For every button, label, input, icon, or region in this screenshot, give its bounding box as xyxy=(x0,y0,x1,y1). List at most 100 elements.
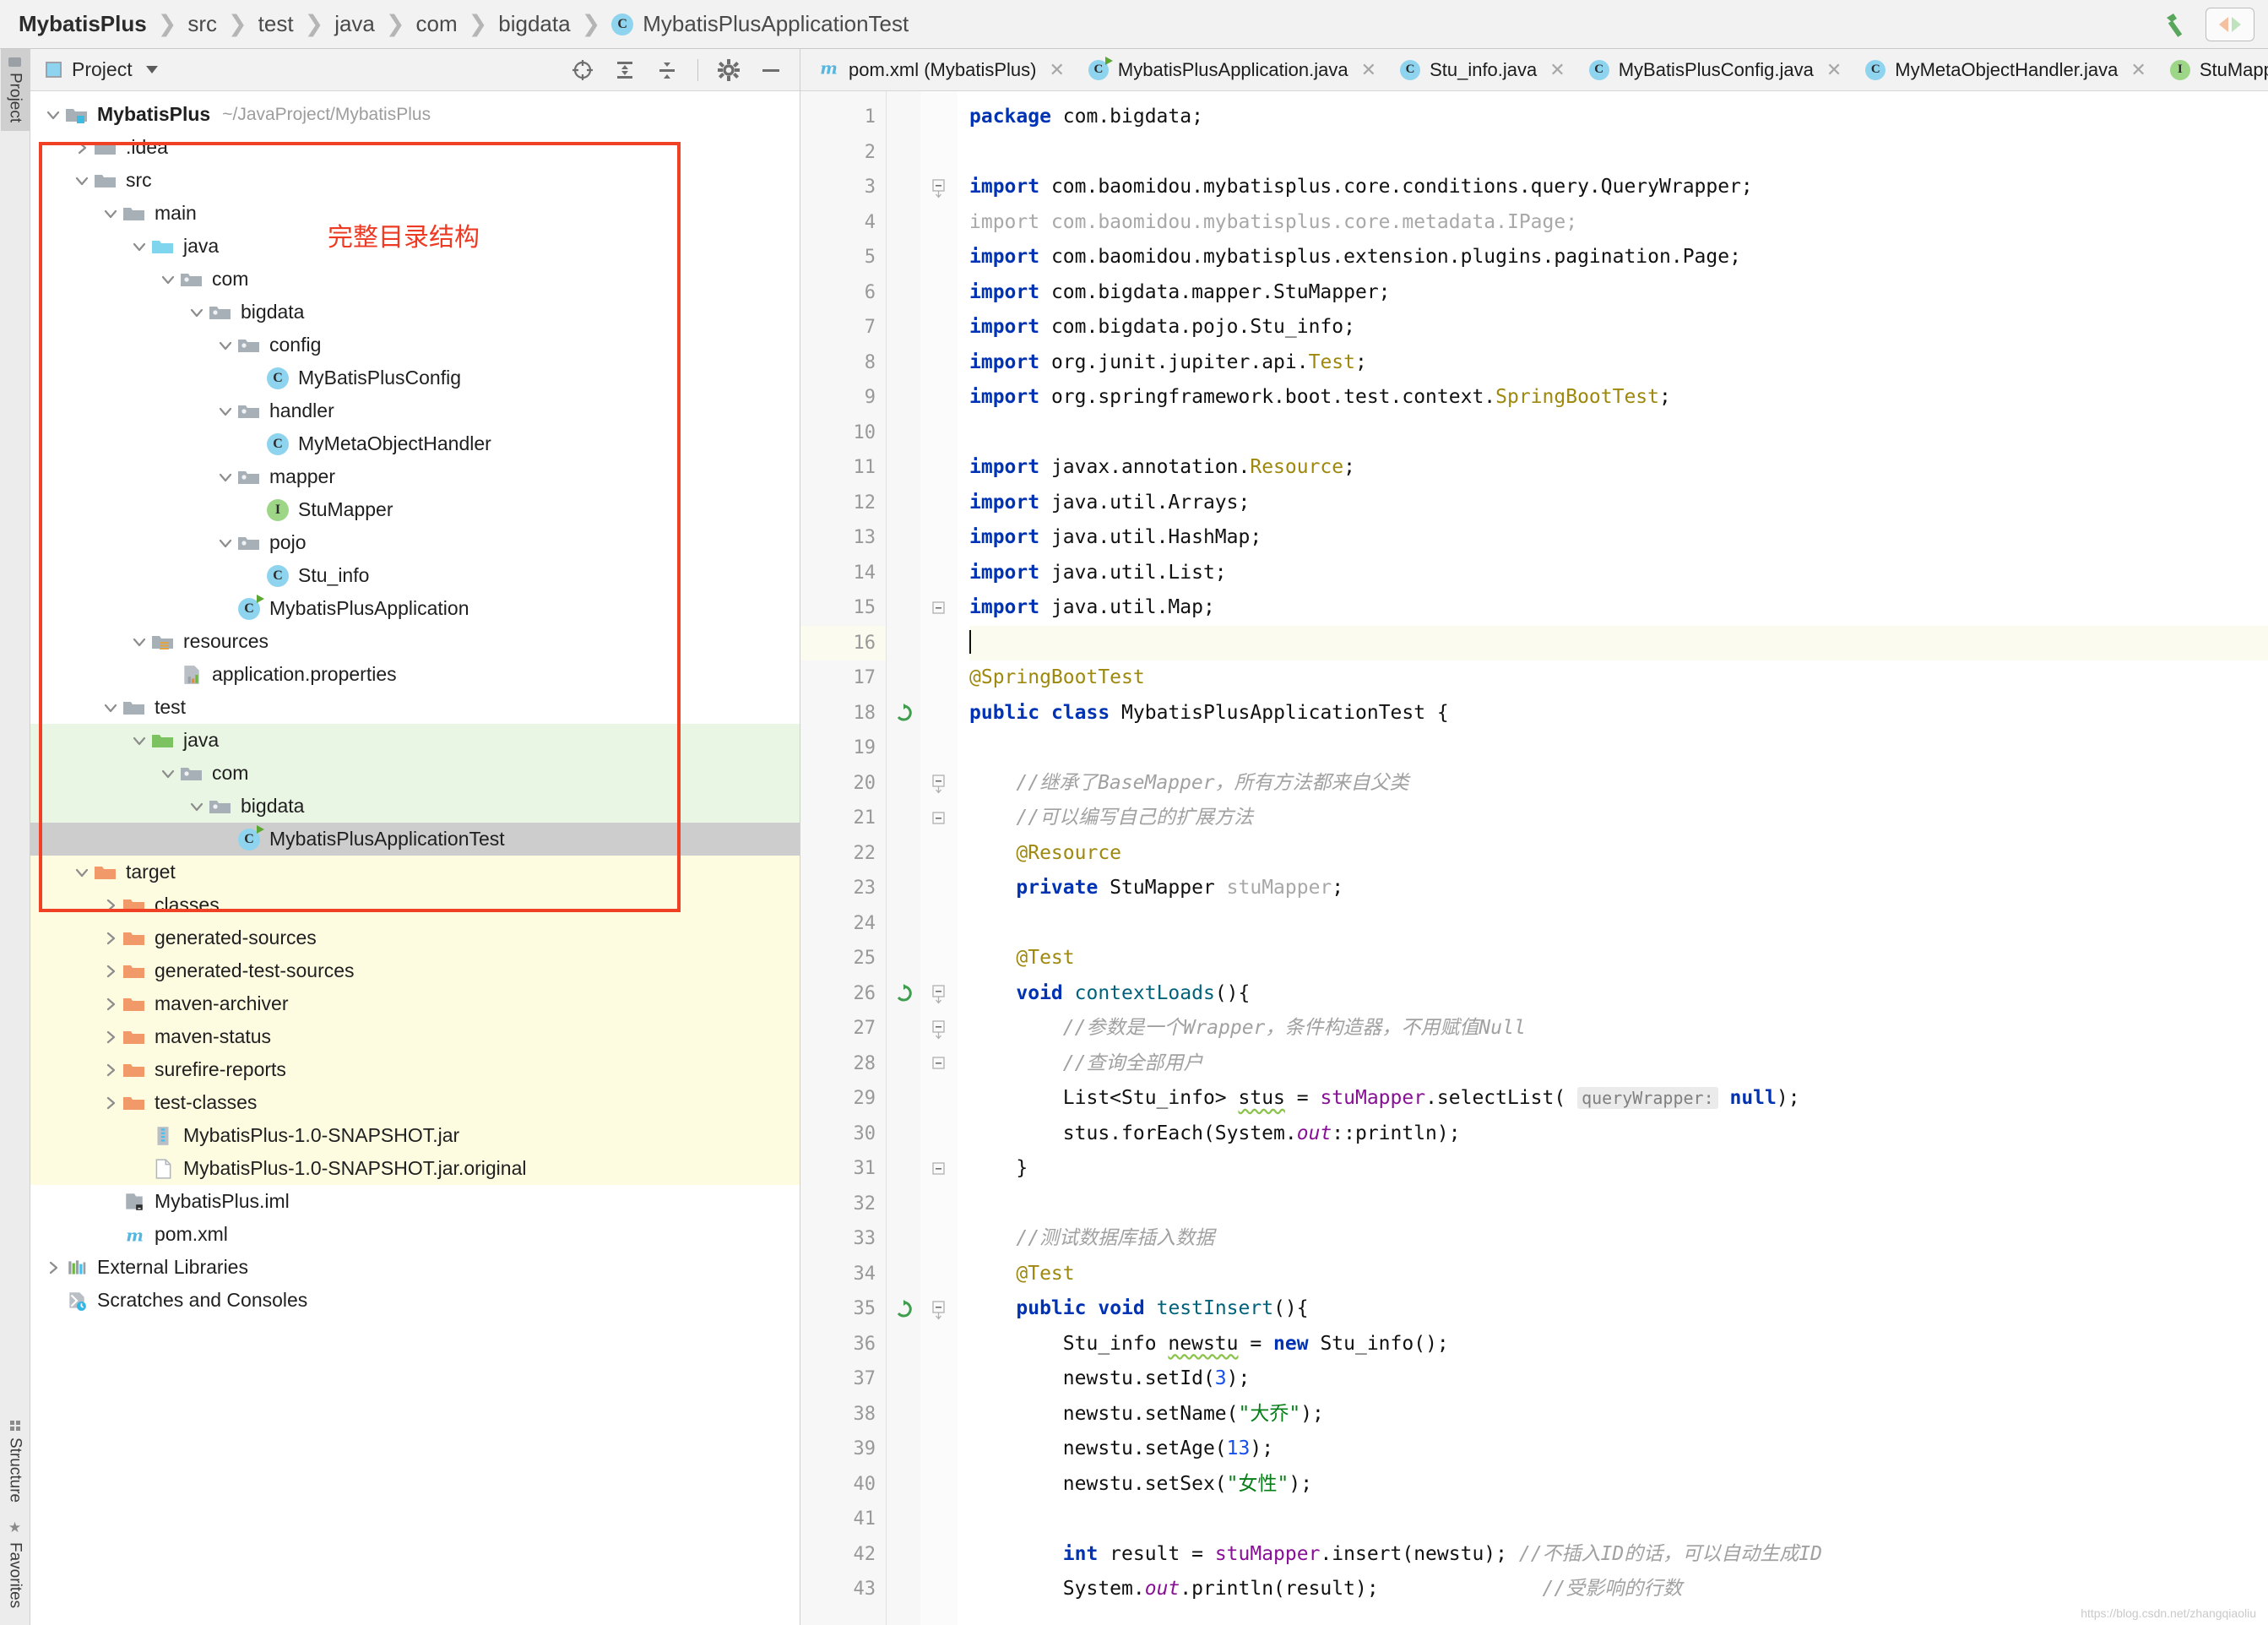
chevron-right-icon[interactable] xyxy=(100,930,122,947)
rail-button-favorites[interactable]: ★ Favorites xyxy=(1,1511,30,1617)
code-line[interactable]: import java.util.List; xyxy=(969,556,2268,591)
tree-node-external-libraries[interactable]: External Libraries xyxy=(30,1251,800,1284)
hammer-icon[interactable] xyxy=(2162,10,2190,39)
chevron-down-icon[interactable] xyxy=(128,238,150,255)
chevron-down-icon[interactable] xyxy=(214,337,236,354)
code-line[interactable] xyxy=(969,1502,2268,1537)
fold-collapse-icon[interactable] xyxy=(920,976,958,1012)
code-editor[interactable]: 1 2 3 4 5 6 7 8 9 10 11 12 13 14 15 16 17 18 19 20 21 22 23 24 2… xyxy=(800,91,2268,1625)
tree-node-mybatisplusapplication[interactable]: C MybatisPlusApplication xyxy=(30,592,800,625)
code-line[interactable]: //参数是一个Wrapper，条件构造器，不用赋值Null xyxy=(969,1011,2268,1046)
code-line[interactable] xyxy=(969,731,2268,766)
tree-node-bigdata[interactable]: bigdata xyxy=(30,790,800,823)
code-folding-gutter[interactable] xyxy=(920,91,958,1625)
tree-node--idea[interactable]: .idea xyxy=(30,131,800,164)
code-line[interactable]: public class MybatisPlusApplicationTest … xyxy=(969,696,2268,731)
chevron-down-icon[interactable] xyxy=(157,271,179,288)
code-line[interactable]: @Test xyxy=(969,941,2268,976)
chevron-down-icon[interactable] xyxy=(42,106,64,123)
breadcrumb-item-com[interactable]: com xyxy=(416,11,458,37)
tree-node-mybatisplusconfig[interactable]: C MyBatisPlusConfig xyxy=(30,361,800,394)
chevron-right-icon[interactable] xyxy=(100,1062,122,1079)
tree-node-mybatisplus[interactable]: MybatisPlus ~/JavaProject/MybatisPlus xyxy=(30,98,800,131)
close-icon[interactable]: ✕ xyxy=(1549,59,1565,81)
code-line[interactable]: import java.util.Map; xyxy=(969,590,2268,626)
fold-collapse-icon[interactable] xyxy=(920,170,958,205)
chevron-right-icon[interactable] xyxy=(42,1259,64,1276)
code-line[interactable]: Stu_info newstu = new Stu_info(); xyxy=(969,1327,2268,1362)
code-line[interactable] xyxy=(969,1187,2268,1222)
chevron-right-icon[interactable] xyxy=(100,1095,122,1111)
tree-node-stu-info[interactable]: C Stu_info xyxy=(30,559,800,592)
chevron-down-icon[interactable] xyxy=(128,732,150,749)
fold-end-icon[interactable] xyxy=(920,1151,958,1187)
collapse-all-icon[interactable] xyxy=(655,58,679,82)
chevron-down-icon[interactable] xyxy=(145,66,158,73)
code-line[interactable]: import com.bigdata.mapper.StuMapper; xyxy=(969,275,2268,311)
tree-node-java[interactable]: java xyxy=(30,724,800,757)
tree-node-mybatisplusapplicationtest[interactable]: C MybatisPlusApplicationTest xyxy=(30,823,800,856)
split-pane-icon[interactable] xyxy=(2206,7,2254,41)
tree-node-mapper[interactable]: mapper xyxy=(30,460,800,493)
tree-node-pom-xml[interactable]: m pom.xml xyxy=(30,1218,800,1251)
tree-node-generated-sources[interactable]: generated-sources xyxy=(30,921,800,954)
tree-node-pojo[interactable]: pojo xyxy=(30,526,800,559)
code-line[interactable]: import org.junit.jupiter.api.Test; xyxy=(969,345,2268,381)
tree-node-src[interactable]: src xyxy=(30,164,800,197)
chevron-right-icon[interactable] xyxy=(100,996,122,1013)
chevron-right-icon[interactable] xyxy=(100,897,122,914)
code-line[interactable]: import com.baomidou.mybatisplus.core.met… xyxy=(969,205,2268,241)
close-icon[interactable]: ✕ xyxy=(1049,59,1064,81)
chevron-down-icon[interactable] xyxy=(100,699,122,716)
code-line[interactable] xyxy=(969,625,2268,660)
code-line[interactable]: //继承了BaseMapper，所有方法都来自父类 xyxy=(969,766,2268,802)
run-test-icon[interactable] xyxy=(887,976,920,1012)
fold-collapse-icon[interactable] xyxy=(920,766,958,802)
breadcrumb-item-src[interactable]: src xyxy=(187,11,217,37)
tree-node-generated-test-sources[interactable]: generated-test-sources xyxy=(30,954,800,987)
run-marker-gutter[interactable] xyxy=(887,91,920,1625)
tree-node-maven-status[interactable]: maven-status xyxy=(30,1020,800,1053)
tree-node-mymetaobjecthandler[interactable]: C MyMetaObjectHandler xyxy=(30,427,800,460)
fold-collapse-icon[interactable] xyxy=(920,1291,958,1327)
project-tree[interactable]: MybatisPlus ~/JavaProject/MybatisPlus .ide… xyxy=(30,91,800,1625)
editor-tab-pom-xml-mybatisplus-[interactable]: m pom.xml (MybatisPlus) ✕ xyxy=(806,49,1077,90)
breadcrumb-item-java[interactable]: java xyxy=(334,11,375,37)
locate-in-tree-icon[interactable] xyxy=(571,58,594,82)
code-line[interactable] xyxy=(969,416,2268,451)
code-line[interactable]: import java.util.Arrays; xyxy=(969,486,2268,521)
chevron-right-icon[interactable] xyxy=(100,1029,122,1046)
chevron-down-icon[interactable] xyxy=(128,633,150,650)
chevron-right-icon[interactable] xyxy=(100,963,122,980)
code-line[interactable]: import java.util.HashMap; xyxy=(969,520,2268,556)
code-line[interactable] xyxy=(969,135,2268,171)
editor-tab-mybatisplusconfig-java[interactable]: C MyBatisPlusConfig.java ✕ xyxy=(1577,49,1854,90)
code-line[interactable] xyxy=(969,906,2268,942)
breadcrumb-item-bigdata[interactable]: bigdata xyxy=(498,11,570,37)
fold-end-icon[interactable] xyxy=(920,590,958,626)
project-panel-title[interactable]: Project xyxy=(46,58,158,81)
code-line[interactable]: System.out.println(result); //受影响的行数 xyxy=(969,1572,2268,1607)
code-line[interactable]: void contextLoads(){ xyxy=(969,976,2268,1012)
tree-node-application-properties[interactable]: application.properties xyxy=(30,658,800,691)
tree-node-handler[interactable]: handler xyxy=(30,394,800,427)
fold-end-icon[interactable] xyxy=(920,801,958,836)
tree-node-test-classes[interactable]: test-classes xyxy=(30,1086,800,1119)
code-line[interactable]: @Test xyxy=(969,1257,2268,1292)
chevron-right-icon[interactable] xyxy=(71,139,93,156)
code-line[interactable]: public void testInsert(){ xyxy=(969,1291,2268,1327)
tree-node-bigdata[interactable]: bigdata xyxy=(30,296,800,329)
code-content[interactable]: package com.bigdata; import com.baomidou.… xyxy=(958,91,2268,1625)
tree-node-stumapper[interactable]: I StuMapper xyxy=(30,493,800,526)
code-line[interactable]: int result = stuMapper.insert(newstu); /… xyxy=(969,1537,2268,1573)
chevron-down-icon[interactable] xyxy=(214,469,236,486)
chevron-down-icon[interactable] xyxy=(100,205,122,222)
breadcrumb-item-mybatisplus[interactable]: MybatisPlus xyxy=(19,11,147,37)
code-line[interactable]: //测试数据库插入数据 xyxy=(969,1221,2268,1257)
code-line[interactable]: stus.forEach(System.out::println); xyxy=(969,1117,2268,1152)
chevron-down-icon[interactable] xyxy=(214,403,236,420)
breadcrumb-item-mybatisplusapplicationtest[interactable]: MybatisPlusApplicationTest xyxy=(643,11,909,37)
tree-node-mybatisplus-iml[interactable]: MybatisPlus.iml xyxy=(30,1185,800,1218)
tree-node-com[interactable]: com xyxy=(30,263,800,296)
code-line[interactable]: newstu.setId(3); xyxy=(969,1361,2268,1397)
